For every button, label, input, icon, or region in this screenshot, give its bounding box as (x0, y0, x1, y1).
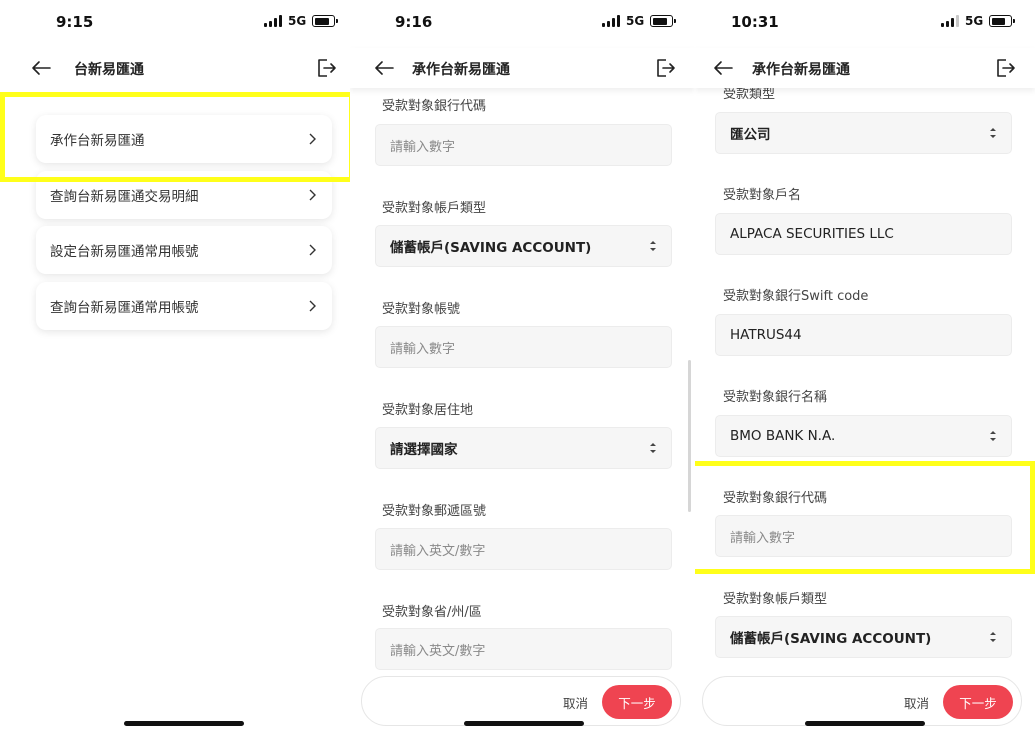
input-placeholder: 請輸入英文/數字 (390, 543, 486, 559)
chevron-right-icon (309, 300, 316, 312)
network-type: 5G (965, 14, 984, 28)
signal-icon (941, 15, 959, 27)
logout-icon[interactable] (654, 57, 676, 79)
chevron-right-icon (309, 189, 316, 201)
status-time: 10:31 (731, 13, 779, 31)
menu-item-label: 承作台新易匯通 (50, 133, 145, 149)
account-type-select[interactable]: 儲蓄帳戶(SAVING ACCOUNT) (375, 225, 672, 267)
back-arrow-icon[interactable] (373, 57, 395, 79)
home-indicator (805, 721, 925, 726)
select-value: 匯公司 (730, 127, 771, 143)
field-label-province: 受款對象省/州/區 (382, 605, 482, 620)
province-input[interactable]: 請輸入英文/數字 (375, 628, 672, 670)
field-label-payee-name: 受款對象戶名 (723, 188, 802, 203)
nav-bar: 台新易匯通 (0, 48, 350, 88)
page-title: 台新易匯通 (74, 62, 144, 78)
status-time: 9:16 (395, 13, 433, 31)
input-placeholder: 請輸入數字 (390, 341, 456, 357)
field-label-postal-code: 受款對象郵遞區號 (382, 504, 487, 519)
residence-select[interactable]: 請選擇國家 (375, 427, 672, 469)
bank-code-input[interactable]: 請輸入數字 (715, 515, 1012, 557)
home-indicator (464, 721, 584, 726)
chevron-right-icon (309, 133, 316, 145)
home-indicator (124, 721, 244, 726)
input-placeholder: 請輸入數字 (730, 530, 796, 546)
bottom-action-bar: 取消 下一步 (702, 676, 1022, 726)
next-button[interactable]: 下一步 (943, 685, 1013, 719)
bank-code-input[interactable]: 請輸入數字 (375, 124, 672, 166)
menu-item-set-accounts[interactable]: 設定台新易匯通常用帳號 (36, 226, 332, 274)
battery-icon (312, 15, 339, 27)
select-arrows-icon (650, 443, 656, 453)
payee-name-input[interactable]: ALPACA SECURITIES LLC (715, 213, 1012, 255)
page-title: 承作台新易匯通 (412, 62, 510, 78)
nav-bar: 承作台新易匯通 (350, 48, 695, 88)
field-label-account-type: 受款對象帳戶類型 (723, 592, 828, 607)
screen-menu: 9:15 5G 台新易匯通 承作台新易匯通 查詢台新易匯通交易明細 設定台新易匯… (0, 0, 350, 734)
payee-type-select[interactable]: 匯公司 (715, 112, 1012, 154)
field-label-bank-code: 受款對象銀行代碼 (382, 99, 487, 114)
back-arrow-icon[interactable] (30, 57, 52, 79)
field-label-bank-name: 受款對象銀行名稱 (723, 390, 828, 405)
status-indicators: 5G (264, 14, 339, 28)
select-value: 請選擇國家 (390, 442, 458, 458)
select-value: 儲蓄帳戶(SAVING ACCOUNT) (730, 631, 932, 647)
logout-icon[interactable] (315, 57, 337, 79)
select-arrows-icon (990, 632, 996, 642)
signal-icon (602, 15, 620, 27)
input-value: HATRUS44 (730, 327, 802, 343)
input-value: ALPACA SECURITIES LLC (730, 226, 894, 242)
account-number-input[interactable]: 請輸入數字 (375, 326, 672, 368)
menu-item-query-accounts[interactable]: 查詢台新易匯通常用帳號 (36, 282, 332, 330)
status-indicators: 5G (602, 14, 677, 28)
cancel-button[interactable]: 取消 (563, 693, 588, 712)
battery-icon (650, 15, 677, 27)
select-arrows-icon (990, 128, 996, 138)
swift-code-input[interactable]: HATRUS44 (715, 314, 1012, 356)
status-bar: 9:16 5G (350, 0, 695, 46)
scrollbar[interactable] (688, 360, 691, 512)
battery-icon (989, 15, 1016, 27)
select-arrows-icon (990, 431, 996, 441)
select-value: 儲蓄帳戶(SAVING ACCOUNT) (390, 240, 592, 256)
menu-item-label: 查詢台新易匯通常用帳號 (50, 300, 199, 316)
field-label-account-number: 受款對象帳號 (382, 302, 461, 317)
account-type-select[interactable]: 儲蓄帳戶(SAVING ACCOUNT) (715, 616, 1012, 658)
page-title: 承作台新易匯通 (752, 62, 850, 78)
field-label-account-type: 受款對象帳戶類型 (382, 201, 487, 216)
next-button[interactable]: 下一步 (602, 685, 672, 719)
cancel-button[interactable]: 取消 (904, 693, 929, 712)
menu-item-label: 查詢台新易匯通交易明細 (50, 189, 199, 205)
status-bar: 9:15 5G (0, 0, 350, 46)
network-type: 5G (288, 14, 307, 28)
logout-icon[interactable] (994, 57, 1016, 79)
menu-item-apply[interactable]: 承作台新易匯通 (36, 115, 332, 163)
status-bar: 10:31 5G (695, 0, 1035, 46)
signal-icon (264, 15, 282, 27)
field-label-residence: 受款對象居住地 (382, 403, 474, 418)
field-label-bank-code: 受款對象銀行代碼 (723, 491, 828, 506)
chevron-right-icon (309, 244, 316, 256)
nav-bar: 承作台新易匯通 (695, 48, 1035, 88)
input-placeholder: 請輸入數字 (390, 139, 456, 155)
menu-item-label: 設定台新易匯通常用帳號 (50, 244, 199, 260)
status-indicators: 5G (941, 14, 1016, 28)
screen-form-page1: 9:16 5G 承作台新易匯通 受款對象銀行代碼 請輸入數字 受款對象帳戶類型 … (350, 0, 695, 734)
field-label-swift-code: 受款對象銀行Swift code (723, 289, 869, 304)
network-type: 5G (626, 14, 645, 28)
bank-name-select[interactable]: BMO BANK N.A. (715, 415, 1012, 457)
menu-item-transaction-details[interactable]: 查詢台新易匯通交易明細 (36, 171, 332, 219)
status-time: 9:15 (56, 13, 94, 31)
back-arrow-icon[interactable] (712, 57, 734, 79)
screen-form-page2: 10:31 5G 受款類型 承作台新易匯通 匯公司 受款對象戶名 ALPACA … (695, 0, 1035, 734)
bottom-action-bar: 取消 下一步 (361, 676, 681, 726)
select-arrows-icon (650, 241, 656, 251)
input-placeholder: 請輸入英文/數字 (390, 643, 486, 659)
postal-code-input[interactable]: 請輸入英文/數字 (375, 528, 672, 570)
select-value: BMO BANK N.A. (730, 428, 836, 444)
